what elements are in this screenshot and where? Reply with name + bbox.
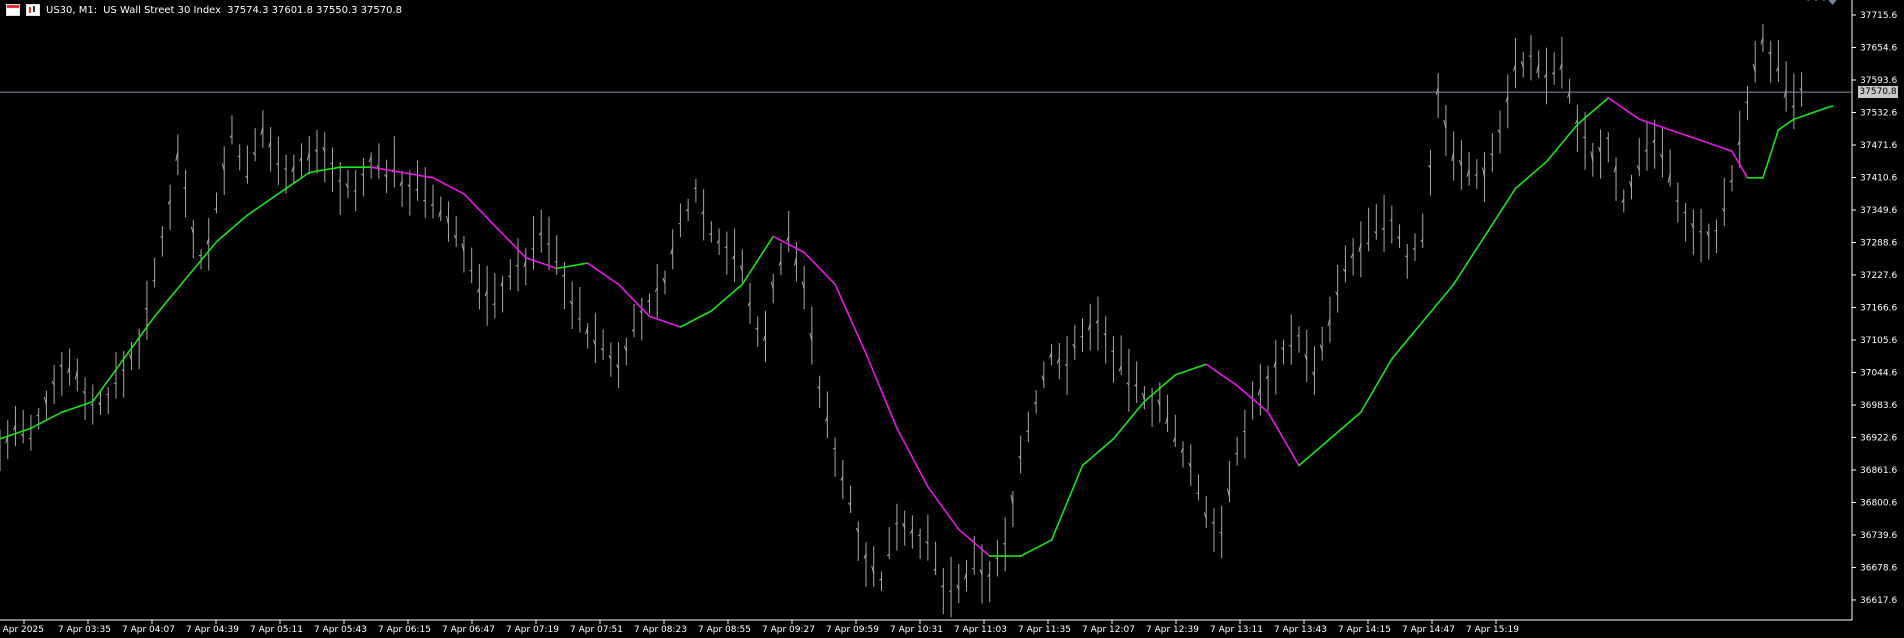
price-bar-tick	[160, 236, 163, 238]
price-tick-label: 37593.6	[1860, 76, 1897, 86]
time-tick-label: 7 Apr 08:55	[698, 625, 751, 635]
time-tick-label: 7 Apr 05:43	[314, 625, 367, 635]
time-tick-label: 7 Apr 08:23	[634, 625, 687, 635]
time-tick-label: 7 Apr 06:47	[442, 625, 495, 635]
price-tick-label: 37105.6	[1860, 336, 1897, 346]
price-tick-label: 37349.6	[1860, 206, 1897, 216]
time-tick-label: 7 Apr 07:51	[570, 625, 623, 635]
symbol-description: US Wall Street 30 Index	[103, 4, 222, 16]
price-bar-tick	[1389, 219, 1392, 222]
price-bar-tick	[1234, 452, 1238, 455]
time-tick-label: 7 Apr 06:15	[378, 625, 431, 635]
price-bar-tick	[1219, 531, 1222, 534]
price-bar-tick	[214, 208, 217, 211]
price-tick-label: 36739.6	[1860, 531, 1897, 541]
price-chart[interactable]: 37715.6 37654.6 37593.6 37532.6 37471.6 37410…	[0, 0, 1904, 638]
time-tick-label: 7 Apr 12:07	[1082, 625, 1135, 635]
price-tick-label: 37471.6	[1860, 141, 1897, 151]
price-tick-label: 36800.6	[1860, 498, 1897, 508]
price-tick-label: 37410.6	[1860, 173, 1897, 183]
price-tick-label: 36678.6	[1860, 563, 1897, 573]
time-tick-label: 7 Apr 11:35	[1018, 625, 1071, 635]
price-tick-label: 37044.6	[1860, 368, 1897, 378]
time-tick-label: 7 Apr 2025	[0, 625, 44, 635]
time-tick-label: 7 Apr 11:03	[954, 625, 1007, 635]
price-bar-tick	[948, 590, 952, 592]
price-tick-label: 36983.6	[1860, 401, 1897, 411]
price-bar-tick	[113, 382, 117, 385]
price-tick-label: 37654.6	[1860, 43, 1897, 53]
chart-type-icon[interactable]	[26, 4, 40, 16]
time-tick-label: 7 Apr 07:19	[506, 625, 559, 635]
time-tick-label: 7 Apr 05:11	[250, 625, 303, 635]
plot-area	[0, 0, 1904, 638]
time-tick-label: 7 Apr 15:19	[1466, 625, 1519, 635]
price-tick-label: 37288.6	[1860, 238, 1897, 248]
price-bar-tick	[995, 557, 998, 560]
price-bar-tick	[1211, 521, 1215, 524]
price-tick-label: 37166.6	[1860, 303, 1897, 313]
time-tick-label: 7 Apr 14:15	[1338, 625, 1391, 635]
window-menu-icon[interactable]	[6, 4, 20, 16]
price-tick-label: 36922.6	[1860, 433, 1897, 443]
time-tick-label: 7 Apr 04:39	[186, 625, 239, 635]
price-bar-tick	[724, 246, 727, 248]
symbol-label: US30, M1:	[46, 4, 98, 16]
price-bar-tick	[1196, 492, 1199, 495]
ohlc-values: 37574.3 37601.8 37550.3 37570.8	[227, 4, 403, 16]
price-tick-label: 37532.6	[1860, 108, 1897, 118]
current-price-tag: 37570.8	[1858, 86, 1898, 99]
time-tick-label: 7 Apr 12:39	[1146, 625, 1199, 635]
time-tick-label: 7 Apr 13:43	[1274, 625, 1327, 635]
price-bar-tick	[1683, 211, 1686, 214]
time-tick-label: 7 Apr 14:47	[1402, 625, 1455, 635]
chart-header: US30, M1: US Wall Street 30 Index 37574.…	[6, 4, 402, 16]
time-tick-label: 7 Apr 10:31	[890, 625, 943, 635]
price-bar-tick	[237, 155, 240, 158]
price-tick-label: 37715.6	[1860, 11, 1897, 21]
time-tick-label: 7 Apr 09:27	[762, 625, 815, 635]
price-tick-label: 36617.6	[1860, 596, 1897, 606]
price-bar-tick	[554, 261, 557, 263]
price-bar-tick	[1296, 334, 1300, 337]
time-tick-label: 7 Apr 09:59	[826, 625, 879, 635]
chart-background	[0, 0, 1904, 638]
time-tick-label: 7 Apr 03:35	[58, 625, 111, 635]
time-tick-label: 7 Apr 04:07	[122, 625, 175, 635]
price-tick-label: 37227.6	[1860, 271, 1897, 281]
price-bar-tick	[1080, 335, 1083, 338]
price-tick-label: 36861.6	[1860, 466, 1897, 476]
time-tick-label: 7 Apr 13:11	[1210, 625, 1263, 635]
